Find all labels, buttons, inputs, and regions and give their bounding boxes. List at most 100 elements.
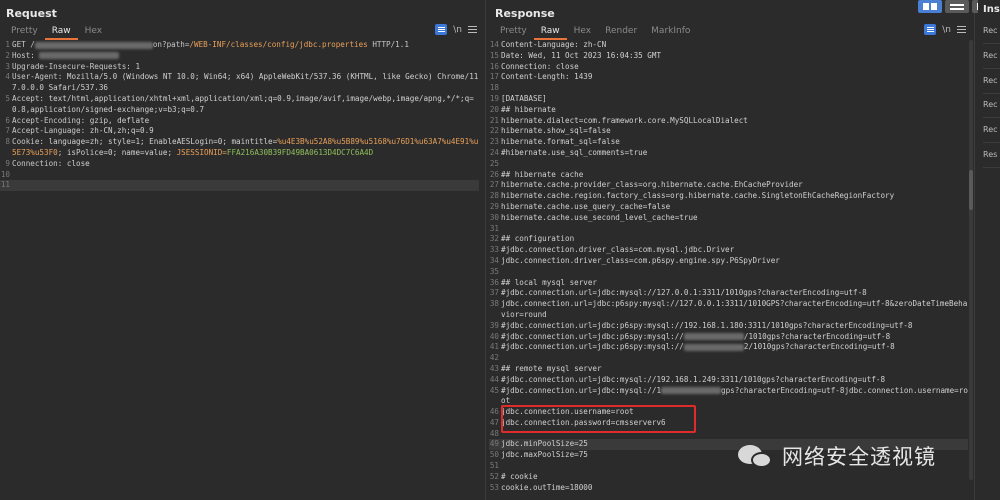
- response-scrollbar[interactable]: [969, 40, 973, 480]
- code-segment: #jdbc.connection.url=jdbc:p6spy:mysql://: [501, 342, 684, 352]
- newline-toggle[interactable]: \n: [942, 25, 951, 35]
- code-text: Connection: close: [501, 62, 968, 73]
- header-key: User-Agent:: [12, 72, 63, 82]
- redacted-block: [683, 343, 744, 351]
- header-value: Mozilla/5.0 (Windows NT 10.0; Win64; x64…: [12, 72, 479, 93]
- inspector-item[interactable]: Rec: [983, 51, 1000, 69]
- line-number: 8: [5, 137, 10, 147]
- code-line: 45 #jdbc.connection.url=jdbc:mysql://1 gps…: [489, 386, 968, 408]
- line-number: 6: [5, 115, 10, 125]
- line-number: 7: [5, 126, 10, 136]
- request-editor[interactable]: 1 GET / on?path=/WEB-INF/classes/config/jd…: [0, 40, 479, 500]
- code-segment: hibernate.cache.use_query_cache=false: [501, 201, 671, 211]
- code-line: 22 hibernate.show_sql=false: [489, 126, 968, 137]
- line-number: 16: [489, 61, 499, 71]
- inspector-item[interactable]: Rec: [983, 26, 1000, 44]
- request-toolbar: \n: [435, 24, 477, 35]
- request-tab-hex[interactable]: Hex: [78, 24, 109, 40]
- code-segment: #jdbc.connection.url=jdbc:p6spy:mysql://: [501, 331, 684, 341]
- code-text: hibernate.cache.provider_class=org.hiber…: [501, 180, 968, 191]
- line-number: 1: [5, 40, 10, 49]
- code-line: 16 Connection: close: [489, 62, 968, 73]
- code-line: 42: [489, 353, 968, 364]
- response-tab-pretty[interactable]: Pretty: [493, 24, 534, 40]
- code-segment: hibernate.cache.region.factory_class=org…: [501, 191, 895, 201]
- pretty-print-icon[interactable]: [435, 24, 448, 35]
- code-segment: hibernate.cache.provider_class=org.hiber…: [501, 180, 803, 190]
- code-line: 28 hibernate.cache.region.factory_class=o…: [489, 191, 968, 202]
- redacted-block: [34, 41, 153, 49]
- code-line: 14 Content-Language: zh-CN: [489, 40, 968, 51]
- code-segment: #hibernate.use_sql_comments=true: [501, 147, 648, 157]
- code-text: [DATABASE]: [501, 94, 968, 105]
- menu-icon[interactable]: [957, 26, 966, 33]
- code-text: #jdbc.connection.url=jdbc:mysql://1 gps?c…: [501, 386, 968, 408]
- code-segment: #jdbc.connection.url=jdbc:p6spy:mysql://…: [501, 320, 913, 330]
- code-segment: hibernate.cache.use_second_level_cache=t…: [501, 212, 698, 222]
- code-segment: Connection: close: [501, 61, 579, 71]
- code-segment: [DATABASE]: [501, 93, 547, 103]
- code-segment: #jdbc.connection.url=jdbc:mysql://1: [501, 385, 662, 395]
- line-number: 35: [489, 266, 499, 276]
- cookie-value: language=zh; style=1; EnableAESLogin=0; …: [44, 137, 278, 147]
- layout-stacked-icon[interactable]: [945, 0, 969, 13]
- inspector-item[interactable]: Rec: [983, 100, 1000, 118]
- response-tab-markinfo[interactable]: MarkInfo: [644, 24, 697, 40]
- line-number: 29: [489, 201, 499, 211]
- code-line: 35: [489, 267, 968, 278]
- wechat-watermark: 网络安全透视镜: [738, 438, 973, 474]
- code-text: hibernate.dialect=com.framework.core.MyS…: [501, 116, 968, 127]
- code-text: Content-Language: zh-CN: [501, 40, 968, 51]
- line-number: 51: [489, 461, 499, 471]
- code-line: 43 ## remote mysql server: [489, 364, 968, 375]
- code-text: #jdbc.connection.url=jdbc:p6spy:mysql://…: [501, 332, 968, 343]
- request-title: Request: [6, 7, 57, 20]
- code-text: #jdbc.connection.url=jdbc:mysql://127.0.…: [501, 288, 968, 299]
- code-segment: jdbc.minPoolSize=25: [501, 439, 588, 449]
- response-tab-raw[interactable]: Raw: [533, 24, 567, 40]
- response-tab-hex[interactable]: Hex: [567, 24, 598, 40]
- request-pane: Request Pretty Raw Hex \n 1 GET / on?path=…: [0, 0, 486, 500]
- line-number: 53: [489, 482, 499, 492]
- code-text: Content-Length: 1439: [501, 72, 968, 83]
- code-text: jdbc.connection.url=jdbc:p6spy:mysql://1…: [501, 299, 968, 321]
- menu-icon[interactable]: [468, 26, 477, 33]
- header-value: zh-CN,zh;q=0.9: [85, 126, 154, 136]
- code-segment: #jdbc.connection.url=jdbc:mysql://127.0.…: [501, 288, 867, 298]
- header-value: gzip, deflate: [85, 115, 150, 125]
- redacted-block: [683, 333, 744, 341]
- line-number: 11: [0, 180, 10, 190]
- line-number: 52: [489, 471, 499, 481]
- inspector-item[interactable]: Rec: [983, 76, 1000, 94]
- inspector-item[interactable]: Res: [983, 150, 1000, 168]
- code-text: #jdbc.connection.url=jdbc:p6spy:mysql://…: [501, 342, 968, 353]
- code-segment: ## hibernate: [501, 104, 556, 114]
- code-line: 8 Cookie: language=zh; style=1; EnableAES…: [0, 137, 479, 159]
- code-segment: /1010gps?characterEncoding=utf-8: [743, 331, 891, 341]
- code-line: 44 #jdbc.connection.url=jdbc:mysql://192.…: [489, 375, 968, 386]
- line-number: 43: [489, 363, 499, 373]
- code-line: 41 #jdbc.connection.url=jdbc:p6spy:mysql:…: [489, 342, 968, 353]
- request-tab-raw[interactable]: Raw: [44, 24, 78, 40]
- newline-toggle[interactable]: \n: [453, 25, 462, 35]
- layout-side-by-side-icon[interactable]: [918, 0, 942, 13]
- code-segment: ## configuration: [501, 234, 575, 244]
- watermark-text: 网络安全透视镜: [782, 445, 936, 469]
- code-line: 29 hibernate.cache.use_query_cache=false: [489, 202, 968, 213]
- line-number: 28: [489, 191, 499, 201]
- pretty-print-icon[interactable]: [924, 24, 937, 35]
- header-key: Accept-Encoding:: [12, 115, 86, 125]
- redacted-block: [39, 52, 120, 60]
- code-segment: # cookie: [501, 471, 538, 481]
- code-line: 7 Accept-Language: zh-CN,zh;q=0.9: [0, 126, 479, 137]
- line-number: 39: [489, 320, 499, 330]
- inspector-title: Ins: [983, 4, 1000, 15]
- line-number: 4: [5, 72, 10, 82]
- code-text: #hibernate.use_sql_comments=true: [501, 148, 968, 159]
- request-tab-pretty[interactable]: Pretty: [4, 24, 45, 40]
- code-line: 21 hibernate.dialect=com.framework.core.M…: [489, 116, 968, 127]
- response-tab-render[interactable]: Render: [598, 24, 644, 40]
- inspector-item[interactable]: Rec: [983, 125, 1000, 143]
- code-line: 25: [489, 159, 968, 170]
- scrollbar-thumb[interactable]: [969, 170, 973, 210]
